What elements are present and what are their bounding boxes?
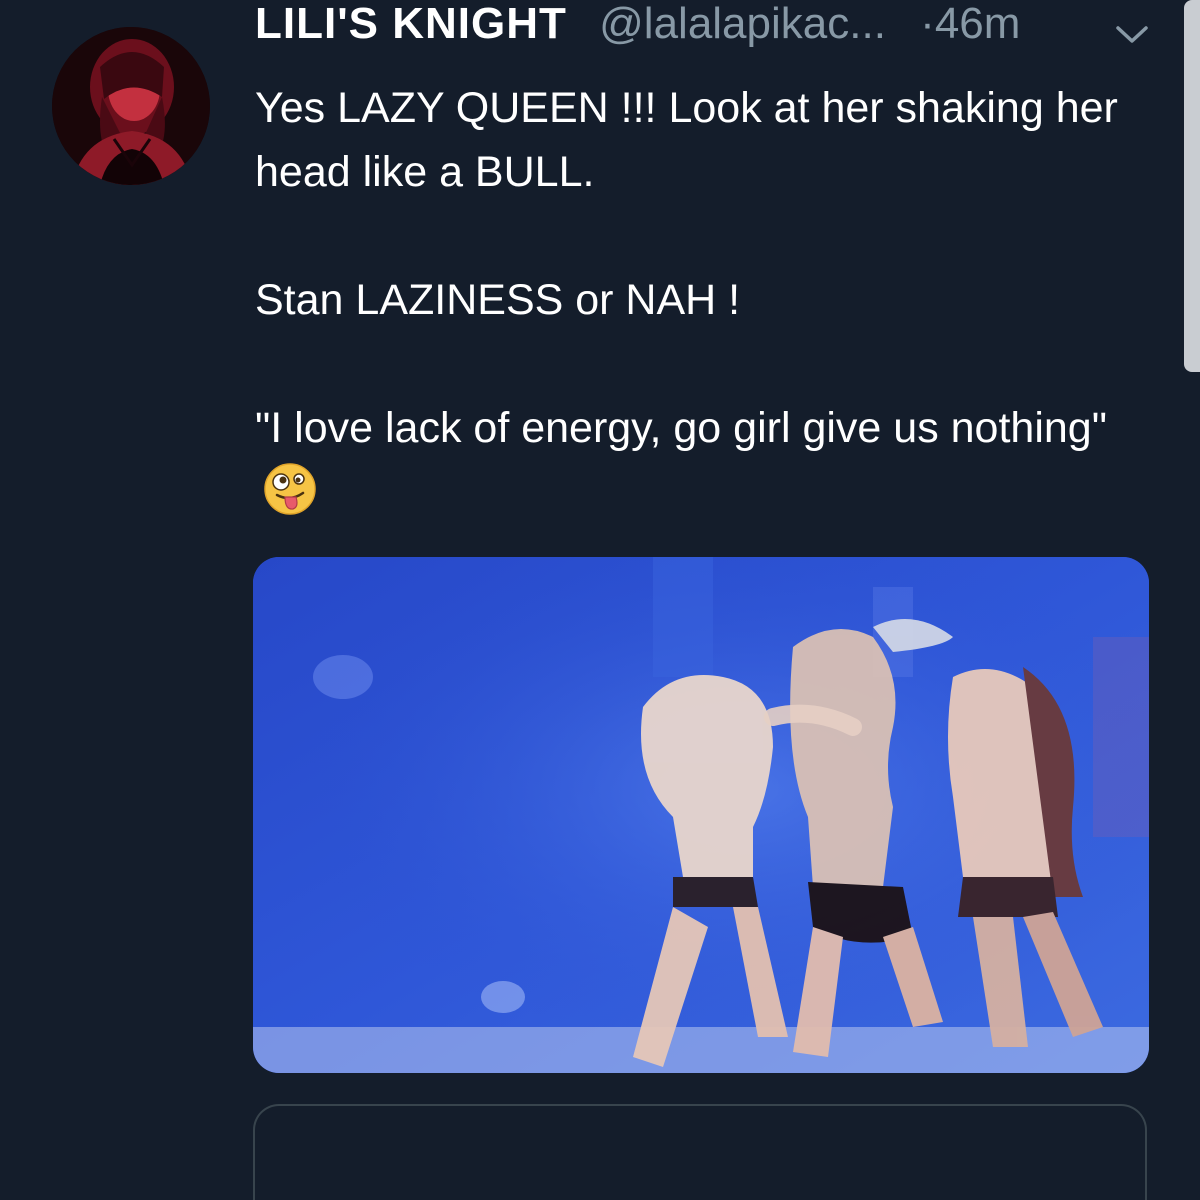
avatar-photo xyxy=(52,27,210,185)
chevron-down-icon[interactable] xyxy=(1110,22,1154,48)
video-frame xyxy=(253,557,1149,1073)
video-thumbnail[interactable] xyxy=(253,557,1149,1073)
tweet-text-block: Yes LAZY QUEEN !!! Look at her shaking h… xyxy=(255,76,1135,524)
tweet[interactable]: LILI'S KNIGHT @lalalapikac... ·46m Yes L… xyxy=(0,0,1200,1200)
avatar[interactable] xyxy=(52,27,210,185)
user-handle[interactable]: @lalalapikac... xyxy=(599,0,886,48)
timestamp[interactable]: 46m xyxy=(935,0,1021,48)
quoted-tweet-card[interactable] xyxy=(253,1104,1147,1200)
scrollbar-thumb[interactable] xyxy=(1184,0,1200,372)
zany-face-emoji xyxy=(264,463,316,515)
tweet-text: Yes LAZY QUEEN !!! Look at her shaking h… xyxy=(255,84,1118,452)
separator-dot: · xyxy=(920,0,935,48)
tweet-header: LILI'S KNIGHT @lalalapikac... ·46m xyxy=(255,0,1155,54)
display-name[interactable]: LILI'S KNIGHT xyxy=(255,0,567,48)
